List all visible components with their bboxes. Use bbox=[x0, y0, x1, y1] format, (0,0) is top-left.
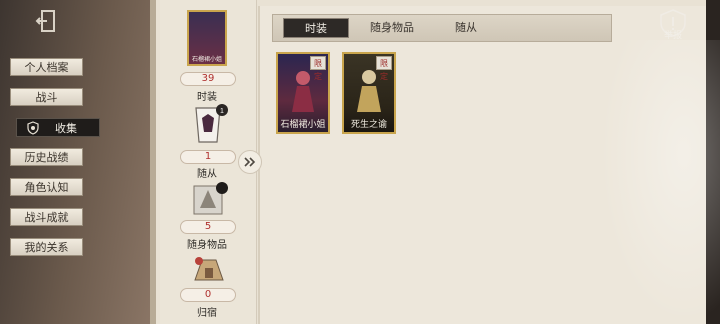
nav-role-knowledge-button[interactable]: 角色认知 bbox=[10, 178, 83, 196]
svg-text:1: 1 bbox=[220, 108, 224, 115]
double-chevron-right-icon bbox=[244, 157, 256, 167]
home-stat-icon[interactable] bbox=[192, 254, 226, 284]
pet-label: 随从 bbox=[197, 169, 217, 180]
outfit-stat-card[interactable]: 石榴裙小姐 bbox=[187, 10, 227, 66]
exit-door-icon[interactable] bbox=[33, 8, 59, 34]
item-name: 石榴裙小姐 bbox=[280, 120, 326, 130]
item-label: 随身物品 bbox=[187, 240, 227, 251]
limited-badge: 限定 bbox=[310, 56, 326, 81]
item-stat-icon[interactable] bbox=[190, 180, 230, 216]
nav-profile-button[interactable]: 个人档案 bbox=[10, 58, 83, 76]
outfit-card-caption: 石榴裙小姐 bbox=[191, 56, 222, 63]
light-glare bbox=[600, 40, 720, 324]
outfit-label: 时装 bbox=[197, 92, 217, 103]
item-card[interactable]: 限定 死生之谕 bbox=[342, 52, 396, 134]
pet-stat-icon[interactable]: 1 bbox=[186, 102, 230, 146]
shield-icon bbox=[27, 121, 39, 135]
tab-accessories[interactable]: 随身物品 bbox=[358, 18, 426, 38]
item-name: 死生之谕 bbox=[350, 120, 387, 130]
screen: 个人档案 战斗 收集 历史战绩 角色认知 战斗成就 我的关系 石榴裙小姐 39 … bbox=[0, 0, 720, 324]
item-count: 5 bbox=[180, 220, 236, 234]
home-count: 0 bbox=[180, 288, 236, 302]
outfit-count: 39 bbox=[180, 72, 236, 86]
nav-battle-button[interactable]: 战斗 bbox=[10, 88, 83, 106]
home-label: 归宿 bbox=[197, 308, 217, 319]
nav-history-button[interactable]: 历史战绩 bbox=[10, 148, 83, 166]
nav-collection-label: 收集 bbox=[55, 122, 77, 135]
item-card[interactable]: 限定 石榴裙小姐 bbox=[276, 52, 330, 134]
expand-button[interactable] bbox=[238, 150, 262, 174]
pet-count: 1 bbox=[180, 150, 236, 164]
limited-badge: 限定 bbox=[376, 56, 392, 81]
tab-outfits[interactable]: 时装 bbox=[283, 18, 349, 38]
nav-collection-button[interactable]: 收集 bbox=[16, 118, 100, 137]
nav-relations-button[interactable]: 我的关系 bbox=[10, 238, 83, 256]
nav-achievements-button[interactable]: 战斗成就 bbox=[10, 208, 83, 226]
tab-pets[interactable]: 随从 bbox=[446, 18, 486, 38]
